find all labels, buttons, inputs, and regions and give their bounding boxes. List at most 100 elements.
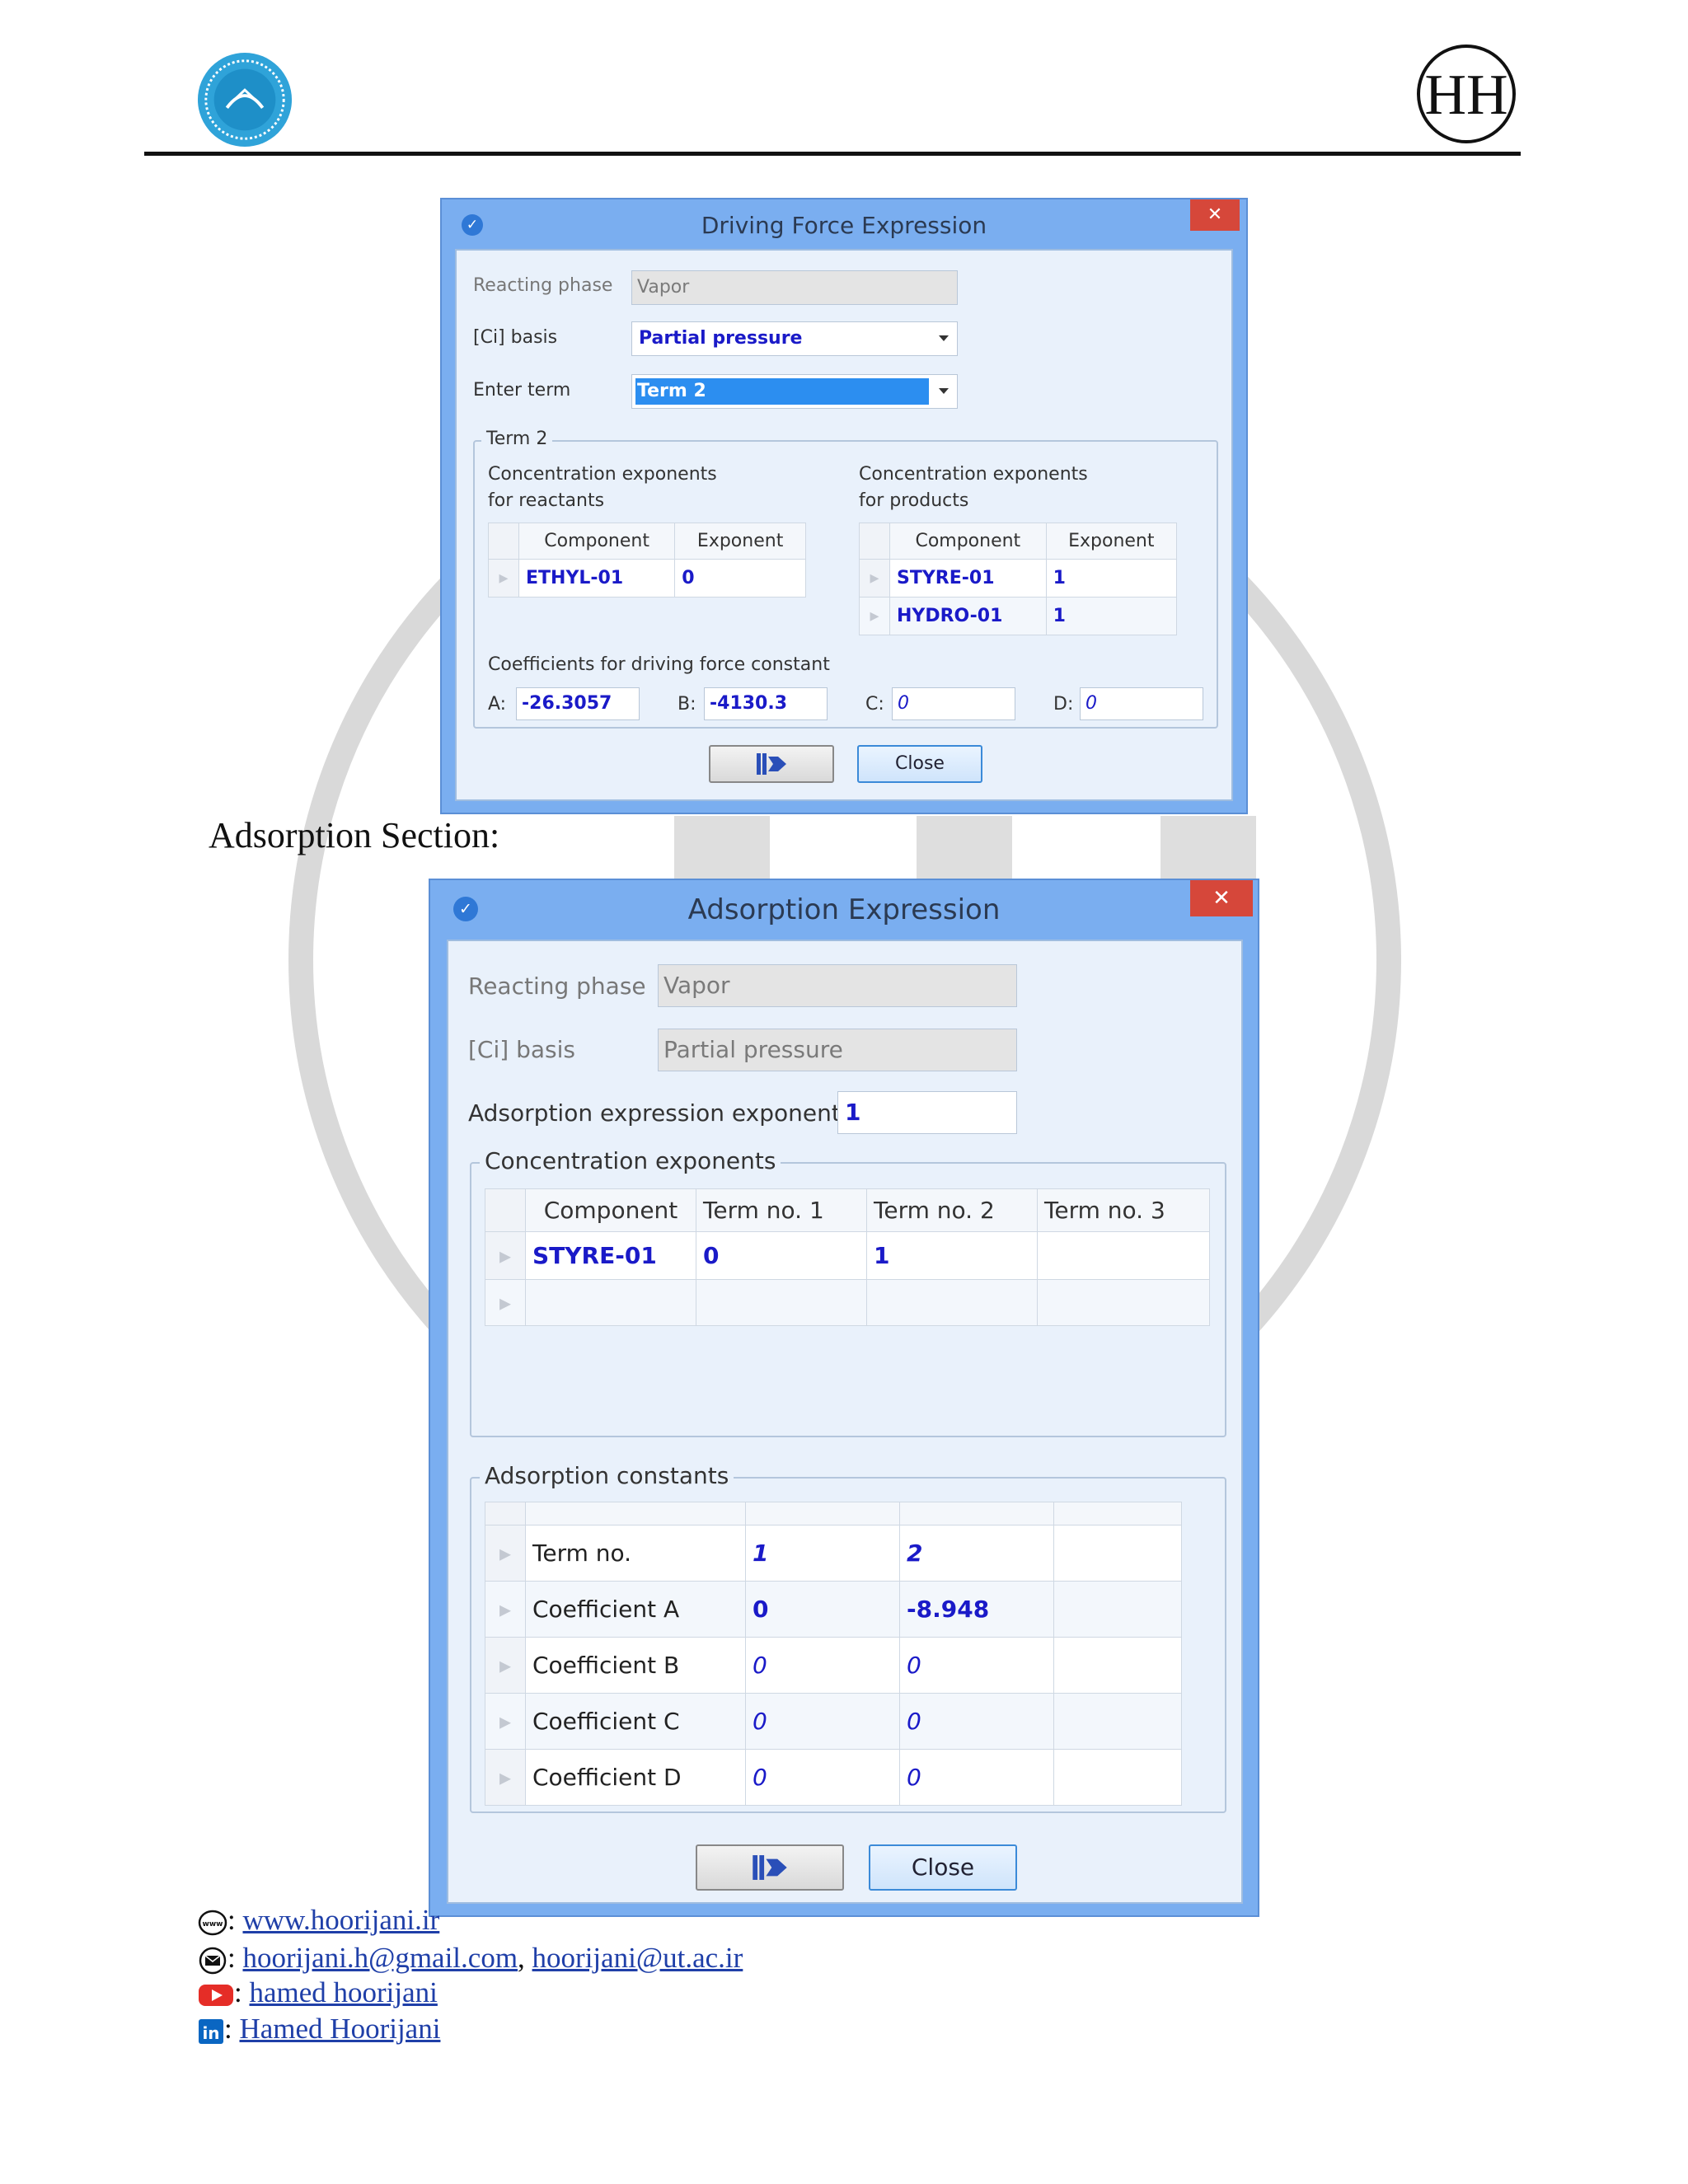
coeff-a-field[interactable]: -26.3057 [516,687,640,720]
ci-basis-field: Partial pressure [658,1029,1017,1071]
row-label: Coefficient C [525,1693,746,1750]
table-row[interactable]: ▸ HYDRO-01 1 [859,597,1178,635]
value-cell[interactable]: 0 [745,1749,900,1806]
value-cell[interactable]: 0 [745,1693,900,1750]
table-row[interactable]: ▸ ETHYL-01 0 [488,559,806,598]
column-header: Component [518,523,676,560]
watermark-bar [1160,816,1256,882]
ci-basis-value: Partial pressure [639,328,803,349]
term-cell[interactable]: 1 [866,1231,1038,1280]
column-header: Term no. 3 [1037,1188,1210,1232]
svg-text:HH: HH [1424,63,1507,127]
youtube-link[interactable]: hamed hoorijani [249,1976,437,2008]
row-label: Coefficient B [525,1637,746,1694]
coeff-c-label: C: [865,694,884,715]
concentration-exponents-grid[interactable]: Component Term no. 1 Term no. 2 Term no.… [485,1188,1210,1326]
linkedin-icon: in [199,2018,223,2044]
table-row[interactable]: ▸ Coefficient D 0 0 [485,1749,1182,1806]
empty-cell[interactable] [1053,1749,1182,1806]
products-grid[interactable]: Component Exponent ▸ STYRE-01 1 ▸ HYDRO-… [859,523,1178,635]
reactants-grid[interactable]: Component Exponent ▸ ETHYL-01 0 [488,523,806,598]
close-icon[interactable]: ✕ [1190,880,1253,916]
footer-website: www : www.hoorijani.ir [198,1904,439,1937]
row-selector-icon: ▸ [485,1279,526,1326]
empty-cell[interactable] [525,1279,696,1326]
grid-corner [488,523,519,560]
term-cell[interactable]: 0 [696,1231,867,1280]
next-button[interactable] [696,1844,844,1891]
reacting-phase-label: Reacting phase [473,275,613,296]
footer-email: : hoorijani.h@gmail.com, hoorijani@ut.ac… [198,1942,743,1975]
section-title: Adsorption Section: [209,815,500,855]
grid-corner [485,1502,526,1526]
coeff-d-field[interactable]: 0 [1080,687,1203,720]
coeff-b-field[interactable]: -4130.3 [704,687,828,720]
dialog-body: Reacting phase Vapor [Ci] basis Partial … [455,249,1233,801]
chevron-down-icon [939,335,949,341]
term-group-label: Term 2 [481,429,553,449]
exponent-field[interactable]: 1 [837,1091,1017,1134]
empty-cell[interactable] [1053,1693,1182,1750]
website-link[interactable]: www.hoorijani.ir [242,1904,439,1936]
empty-cell[interactable] [866,1279,1038,1326]
row-selector-icon: ▸ [488,559,519,598]
empty-cell[interactable] [1053,1637,1182,1694]
empty-cell[interactable] [1037,1279,1210,1326]
table-row[interactable]: ▸ STYRE-01 1 [859,559,1178,598]
column-header: Term no. 2 [866,1188,1038,1232]
column-header [745,1502,900,1526]
exponent-cell[interactable]: 1 [1045,597,1178,635]
value-cell[interactable]: 0 [745,1581,900,1638]
email-link-1[interactable]: hoorijani.h@gmail.com [242,1942,518,1974]
value-cell[interactable]: 0 [745,1637,900,1694]
table-row[interactable]: ▸ STYRE-01 0 1 [485,1231,1210,1280]
reacting-phase-field: Vapor [658,964,1017,1007]
value-cell[interactable]: 0 [899,1749,1054,1806]
coeff-c-field[interactable]: 0 [892,687,1015,720]
close-button[interactable]: Close [857,745,982,783]
column-header [899,1502,1054,1526]
empty-cell[interactable] [1053,1581,1182,1638]
row-label: Coefficient A [525,1581,746,1638]
value-cell[interactable]: 2 [899,1525,1054,1582]
header-rule [144,152,1521,156]
column-header: Component [525,1188,696,1232]
exponent-cell[interactable]: 0 [674,559,806,598]
coeff-d-label: D: [1053,694,1074,715]
table-row[interactable]: ▸ Coefficient C 0 0 [485,1693,1182,1750]
exponent-cell[interactable]: 1 [1045,559,1178,598]
ci-basis-select[interactable]: Partial pressure [631,321,958,356]
value-cell[interactable]: 0 [899,1693,1054,1750]
linkedin-link[interactable]: Hamed Hoorijani [239,2013,440,2045]
table-row[interactable]: ▸ Term no. 1 2 [485,1525,1182,1582]
term-cell[interactable] [1037,1231,1210,1280]
close-icon[interactable]: ✕ [1190,199,1240,231]
value-cell[interactable]: -8.948 [899,1581,1054,1638]
university-of-tehran-logo [197,52,293,148]
component-cell[interactable]: ETHYL-01 [518,559,676,598]
next-arrow-icon [753,1855,787,1880]
watermark-bar [674,816,770,882]
empty-cell[interactable] [1053,1525,1182,1582]
row-selector-icon: ▸ [485,1637,526,1694]
value-cell[interactable]: 1 [745,1525,900,1582]
component-cell[interactable]: HYDRO-01 [889,597,1047,635]
empty-cell[interactable] [696,1279,867,1326]
products-heading-line-2: for products [859,490,969,511]
row-selector-icon: ▸ [859,597,890,635]
table-row[interactable]: ▸ [485,1279,1210,1326]
separator: , [518,1942,525,1974]
email-link-2[interactable]: hoorijani@ut.ac.ir [532,1942,743,1974]
table-row[interactable]: ▸ Coefficient B 0 0 [485,1637,1182,1694]
separator: : [224,2013,232,2045]
watermark-bar [917,816,1012,882]
enter-term-select[interactable]: Term 2 [631,374,958,409]
next-button[interactable] [709,745,834,783]
close-button[interactable]: Close [869,1844,1017,1891]
component-cell[interactable]: STYRE-01 [525,1231,696,1280]
column-header: Term no. 1 [696,1188,867,1232]
table-row[interactable]: ▸ Coefficient A 0 -8.948 [485,1581,1182,1638]
component-cell[interactable]: STYRE-01 [889,559,1047,598]
adsorption-constants-grid[interactable]: ▸ Term no. 1 2 ▸ Coefficient A 0 -8.948 … [485,1502,1182,1806]
value-cell[interactable]: 0 [899,1637,1054,1694]
